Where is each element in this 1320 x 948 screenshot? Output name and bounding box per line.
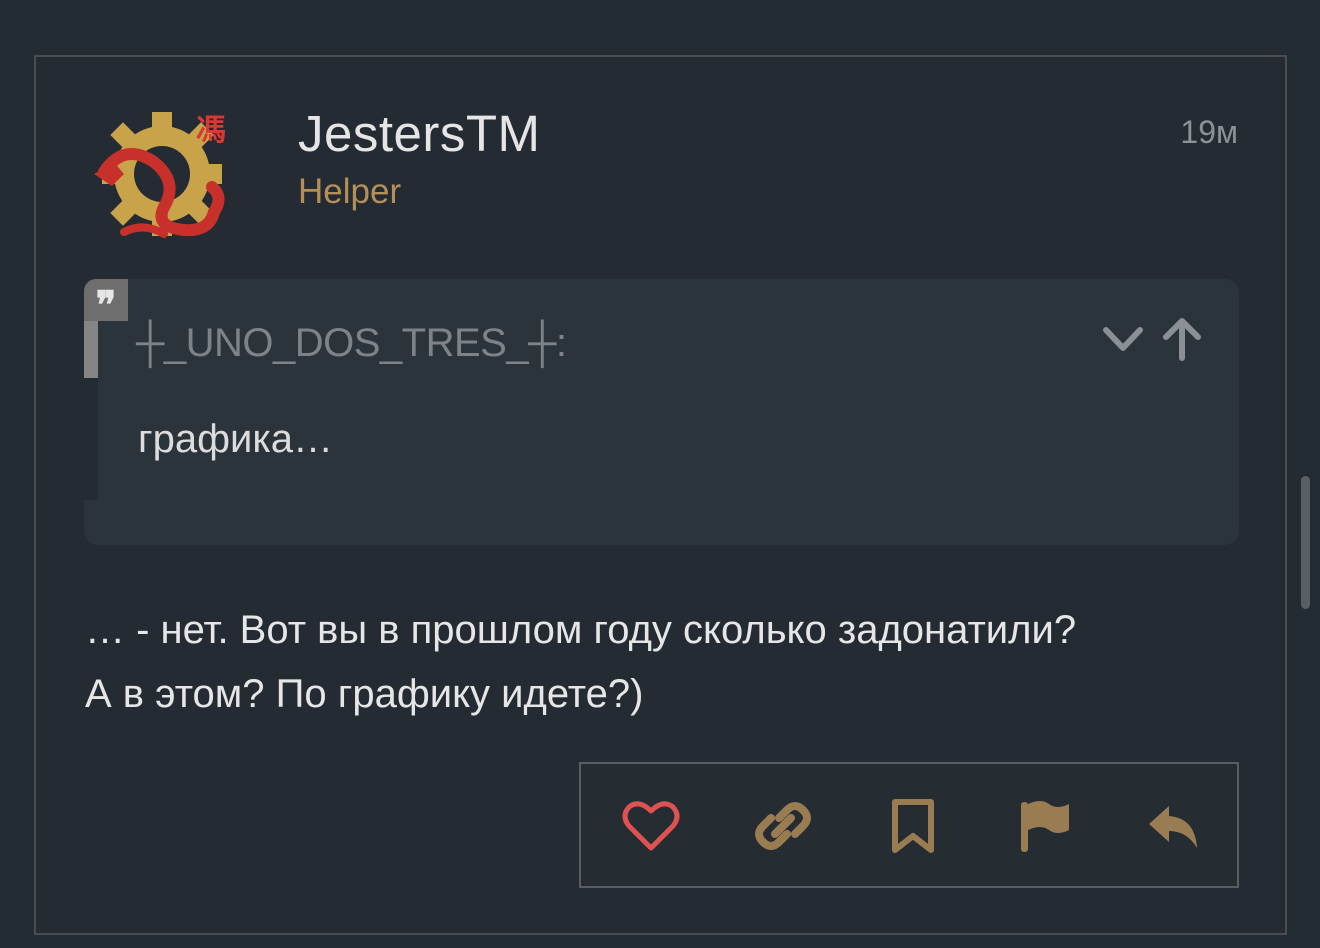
post-body-line: … - нет. Вот вы в прошлом году сколько з… — [85, 608, 1077, 652]
quote-block — [84, 279, 1239, 545]
quote-border — [84, 318, 98, 378]
post-body-line: А в этом? По графику идете?) — [85, 672, 644, 716]
flag-icon — [1021, 801, 1069, 852]
author-role: Helper — [298, 172, 402, 211]
quote-controls — [1100, 316, 1210, 362]
scrollbar[interactable] — [1301, 476, 1310, 609]
copy-link-button[interactable] — [753, 796, 813, 856]
reply-button[interactable] — [1143, 796, 1203, 856]
bookmark-button[interactable] — [883, 796, 943, 856]
post-actions — [579, 762, 1239, 888]
bookmark-icon — [892, 799, 934, 853]
reply-icon — [1149, 806, 1197, 848]
arrow-up-icon[interactable] — [1163, 318, 1201, 361]
author-name[interactable]: JestersTM — [298, 104, 541, 163]
post-time[interactable]: 19м — [1180, 114, 1238, 151]
link-icon — [755, 802, 811, 850]
quote-author: ┼_UNO_DOS_TRES_┼: — [136, 321, 567, 365]
svg-text:馮: 馮 — [196, 113, 226, 148]
flag-button[interactable] — [1013, 796, 1073, 856]
chevron-down-icon[interactable] — [1103, 327, 1143, 351]
dragon-gear-avatar-icon: 馮 — [94, 112, 226, 238]
post-body: … - нет. Вот вы в прошлом году сколько з… — [85, 598, 1235, 726]
like-button[interactable] — [621, 796, 681, 856]
avatar[interactable]: 馮 — [84, 102, 234, 247]
quote-text: графика… — [138, 417, 333, 461]
quote-border-lower — [84, 378, 98, 500]
heart-icon — [622, 801, 680, 851]
quote-mark-icon: ❞ — [84, 279, 128, 327]
